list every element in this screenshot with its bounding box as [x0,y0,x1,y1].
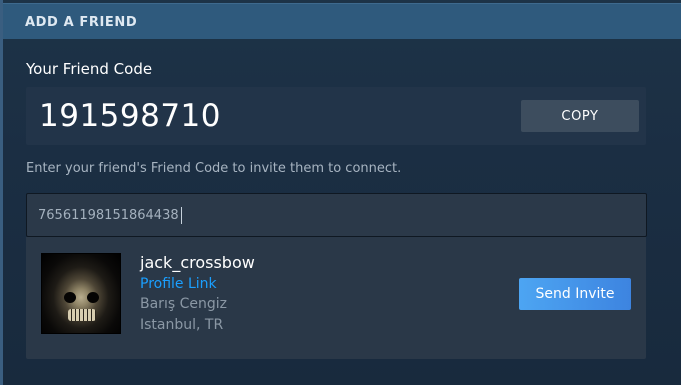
result-username: jack_crossbow [140,253,255,272]
friend-code-value: 191598710 [39,98,222,134]
friend-code-box: 191598710 COPY [26,87,646,145]
result-real-name: Barış Cengiz [140,296,227,312]
avatar-eye-left [64,292,76,303]
friend-code-label: Your Friend Code [26,60,153,78]
invite-hint: Enter your friend's Friend Code to invit… [26,161,402,176]
avatar[interactable] [41,253,121,334]
add-friend-panel: ADD A FRIEND Your Friend Code 191598710 … [0,0,681,385]
search-result-card: jack_crossbow Profile Link Barış Cengiz … [26,237,646,359]
friend-code-input[interactable]: 76561198151864438 [26,193,647,237]
send-invite-button[interactable]: Send Invite [519,278,631,310]
avatar-jaw [68,309,96,321]
copy-button[interactable]: COPY [521,100,639,132]
result-location: Istanbul, TR [140,317,224,333]
panel-title: ADD A FRIEND [25,15,138,30]
friend-code-input-value: 76561198151864438 [38,207,179,223]
profile-link[interactable]: Profile Link [140,276,217,292]
avatar-eye-right [87,292,99,303]
panel-header: ADD A FRIEND [3,3,681,39]
text-caret [180,206,182,224]
